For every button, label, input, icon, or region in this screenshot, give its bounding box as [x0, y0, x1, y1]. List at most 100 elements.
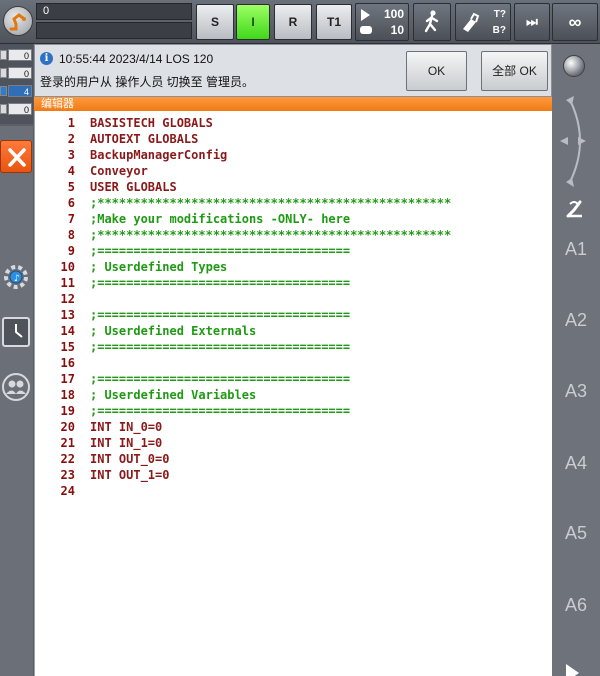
- code-line[interactable]: 12: [35, 291, 553, 307]
- code-line[interactable]: 9 ;===================================: [35, 243, 553, 259]
- line-number: 13: [60, 308, 75, 322]
- close-button[interactable]: [0, 140, 32, 173]
- status-value: 0: [8, 49, 32, 61]
- code-line[interactable]: 8 ;**************************************…: [35, 227, 553, 243]
- code-text: ;===================================: [90, 244, 351, 258]
- user-group-icon: [2, 373, 30, 401]
- code-line[interactable]: 5 USER GLOBALS: [35, 179, 553, 195]
- code-editor[interactable]: 1 BASISTECH GLOBALS 2 AUTOEXT GLOBALS 3 Backu…: [34, 111, 552, 676]
- code-line[interactable]: 10 ; Userdefined Types: [35, 259, 553, 275]
- clock-icon: [2, 317, 30, 347]
- override-button[interactable]: 100 10: [355, 3, 409, 41]
- code-line[interactable]: 2 AUTOEXT GLOBALS: [35, 131, 553, 147]
- line-number: 10: [60, 260, 75, 274]
- code-text: BackupManagerConfig: [90, 148, 228, 162]
- code-text: ;***************************************…: [90, 196, 452, 210]
- program-run-mode-button[interactable]: [413, 3, 451, 41]
- code-line[interactable]: 7 ;Make your modifications -ONLY- here: [35, 211, 553, 227]
- gear-icon: ♪: [4, 265, 28, 289]
- code-text: ;===================================: [90, 308, 351, 322]
- axis-a5-label[interactable]: A5: [552, 523, 600, 544]
- operating-mode-button[interactable]: T1: [316, 4, 352, 40]
- message-timestamp: 10:55:44 2023/4/14 LOS 120: [59, 52, 214, 66]
- code-line[interactable]: 20 INT IN_0=0: [35, 419, 553, 435]
- skip-icon[interactable]: ⏭: [514, 3, 550, 41]
- code-text: ;Make your modifications -ONLY- here: [90, 212, 351, 226]
- line-number: 4: [67, 164, 75, 178]
- code-line[interactable]: 18 ; Userdefined Variables: [35, 387, 553, 403]
- code-line[interactable]: 15 ;===================================: [35, 339, 553, 355]
- jog-hand-icon: [360, 26, 372, 34]
- code-line[interactable]: 6 ;**************************************…: [35, 195, 553, 211]
- settings-gear-button[interactable]: ♪: [1, 262, 31, 292]
- incremental-jog-button[interactable]: ∞: [552, 3, 598, 41]
- status-icon: [0, 68, 7, 78]
- coordinate-system-button[interactable]: [563, 55, 585, 77]
- axis-a6-label[interactable]: A6: [552, 595, 600, 616]
- status-row: 0: [0, 66, 33, 80]
- code-line[interactable]: 13 ;===================================: [35, 307, 553, 323]
- play-icon: [361, 9, 370, 21]
- code-line[interactable]: 17 ;===================================: [35, 371, 553, 387]
- message-text: 登录的用户从 操作人员 切换至 管理员。: [40, 75, 255, 89]
- top-toolbar: 0 S I R T1 100 10 T? B? ⏭ ∞: [0, 0, 600, 44]
- line-number: 6: [67, 196, 75, 210]
- status-value: 0: [8, 67, 32, 79]
- axis-a3-label[interactable]: A3: [552, 381, 600, 402]
- code-line[interactable]: 24: [35, 483, 553, 499]
- code-text: INT IN_0=0: [90, 420, 163, 434]
- code-text: ;===================================: [90, 404, 351, 418]
- code-text: INT OUT_1=0: [90, 468, 170, 482]
- svg-text:♪: ♪: [14, 274, 20, 284]
- rotation-icon: [560, 96, 586, 187]
- jog-keys-panel: A1 A2 A3 A4 A5 A6: [552, 44, 600, 676]
- info-icon: i: [40, 52, 53, 65]
- ok-button[interactable]: OK: [406, 51, 467, 91]
- line-number: 1: [67, 116, 75, 130]
- status-value: 0: [8, 103, 32, 115]
- code-text: ;===================================: [90, 372, 351, 386]
- line-number: 18: [60, 388, 75, 402]
- axis-jog-icon[interactable]: [564, 198, 586, 220]
- status-row: 0: [0, 102, 33, 116]
- tool-base-button[interactable]: T? B?: [455, 3, 511, 41]
- line-number: 23: [60, 468, 75, 482]
- code-line[interactable]: 1 BASISTECH GLOBALS: [35, 115, 553, 131]
- code-line[interactable]: 14 ; Userdefined Externals: [35, 323, 553, 339]
- code-text: INT OUT_0=0: [90, 452, 170, 466]
- code-line[interactable]: 16: [35, 355, 553, 371]
- line-number: 22: [60, 452, 75, 466]
- robot-arm-icon: [9, 13, 26, 31]
- close-icon: [8, 148, 26, 167]
- line-number: 8: [67, 228, 75, 242]
- start-arrow-icon[interactable]: [566, 664, 579, 676]
- drives-button[interactable]: I: [236, 4, 270, 40]
- code-line[interactable]: 21 INT IN_1=0: [35, 435, 553, 451]
- submit-interpreter-button[interactable]: S: [196, 4, 234, 40]
- axis-a1-label[interactable]: A1: [552, 239, 600, 260]
- program-progress: 0: [36, 3, 192, 39]
- status-icon: [0, 50, 7, 60]
- robot-interpreter-button[interactable]: R: [274, 4, 312, 40]
- code-text: BASISTECH GLOBALS: [90, 116, 213, 130]
- code-line[interactable]: 11 ;===================================: [35, 275, 553, 291]
- clock-button[interactable]: [1, 316, 31, 347]
- code-text: ;***************************************…: [90, 228, 452, 242]
- axis-a4-label[interactable]: A4: [552, 453, 600, 474]
- code-text: INT IN_1=0: [90, 436, 163, 450]
- code-line[interactable]: 19 ;===================================: [35, 403, 553, 419]
- tool-icon: [463, 12, 480, 32]
- user-group-button[interactable]: [1, 372, 31, 402]
- status-indicators: 0 0 4 0: [0, 44, 33, 124]
- code-text: ;===================================: [90, 340, 351, 354]
- robot-status-button[interactable]: [0, 0, 36, 44]
- code-line[interactable]: 3 BackupManagerConfig: [35, 147, 553, 163]
- code-line[interactable]: 23 INT OUT_1=0: [35, 467, 553, 483]
- status-icon: [0, 104, 7, 114]
- line-number: 15: [60, 340, 75, 354]
- axis-a2-label[interactable]: A2: [552, 310, 600, 331]
- code-line[interactable]: 4 Conveyor: [35, 163, 553, 179]
- status-row: 4: [0, 84, 33, 98]
- code-line[interactable]: 22 INT OUT_0=0: [35, 451, 553, 467]
- ok-all-button[interactable]: 全部 OK: [481, 51, 548, 91]
